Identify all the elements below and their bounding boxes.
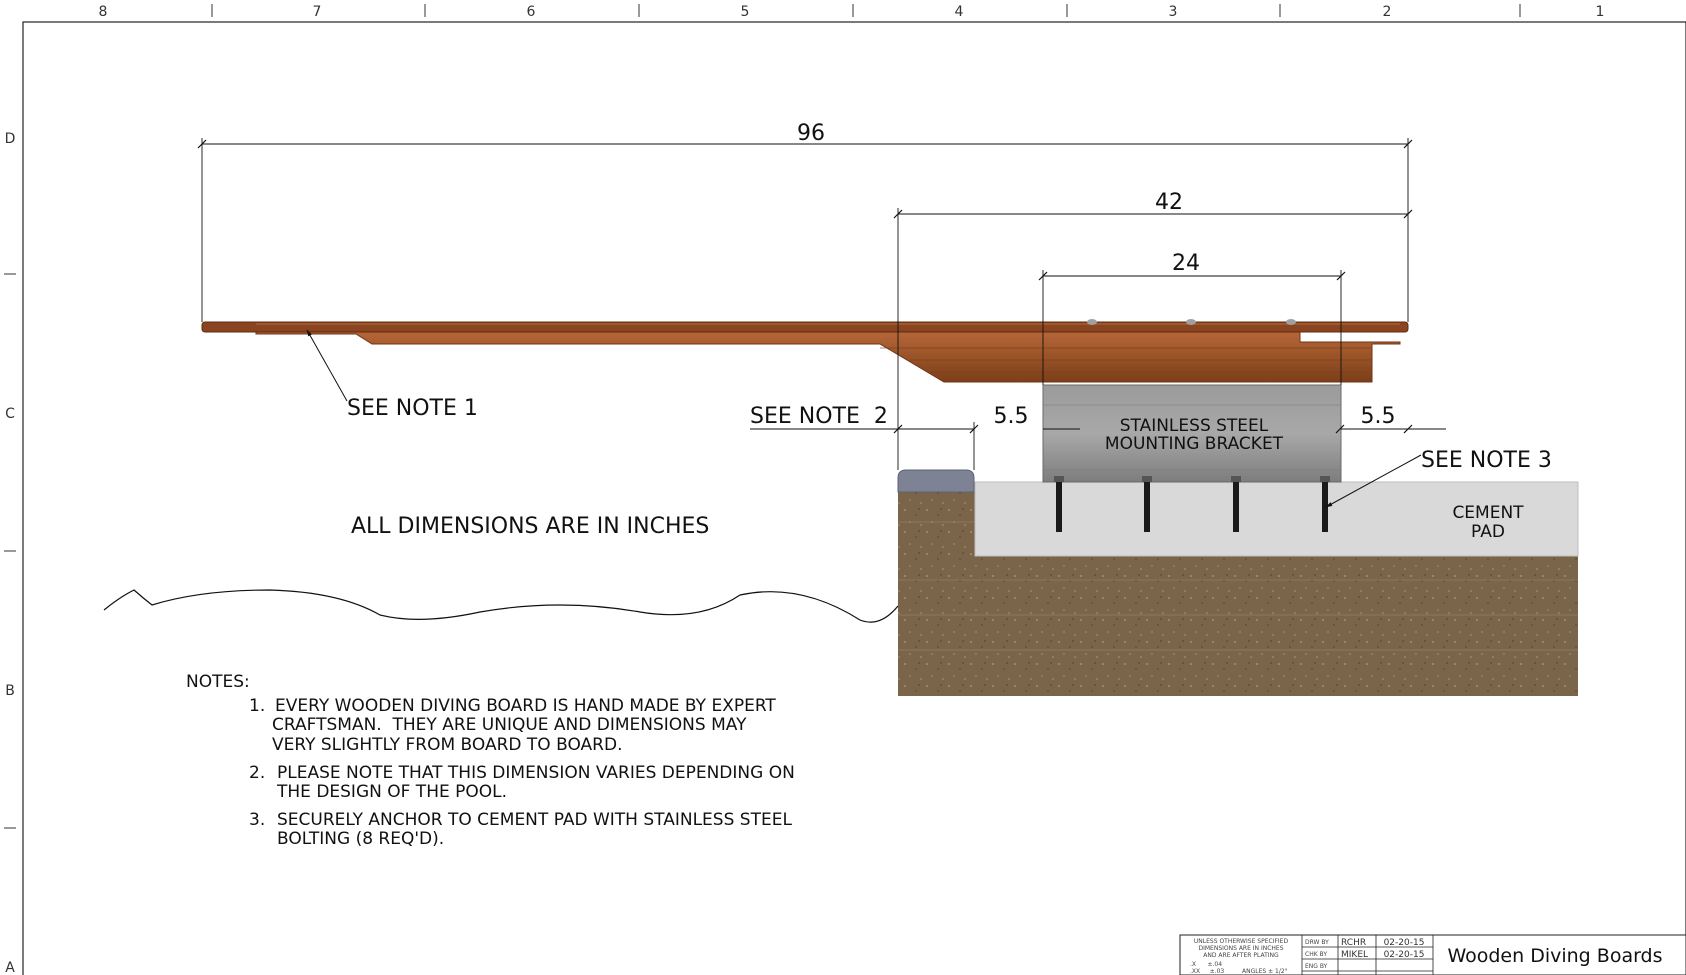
tb-chk-name: MIKEL <box>1341 950 1368 960</box>
zone-col-1: 1 <box>1596 4 1605 20</box>
zone-col-5: 5 <box>741 4 750 20</box>
zone-row-b: B <box>5 683 15 699</box>
zone-col-7: 7 <box>313 4 322 20</box>
zone-col-6: 6 <box>527 4 536 20</box>
dimension-overall: 96 <box>197 121 1413 322</box>
diving-board <box>201 319 1409 383</box>
tb-eng-label: ENG BY <box>1305 963 1328 970</box>
note-2-number: 2. <box>249 763 265 783</box>
tb-chk-label: CHK BY <box>1305 951 1327 958</box>
bracket-label-line1: STAINLESS STEEL <box>1120 416 1269 436</box>
units-statement: ALL DIMENSIONS ARE IN INCHES <box>351 514 709 539</box>
note-2-line1: PLEASE NOTE THAT THIS DIMENSION VARIES D… <box>277 763 795 783</box>
tb-drw-date: 02-20-15 <box>1384 938 1425 948</box>
zone-col-4: 4 <box>955 4 964 20</box>
pad-label-line2: PAD <box>1471 522 1505 542</box>
zone-ruler-top: 8 7 6 5 4 3 2 1 <box>99 4 1605 20</box>
bracket-label-line2: MOUNTING BRACKET <box>1105 434 1284 454</box>
title-block: UNLESS OTHERWISE SPECIFIED DIMENSIONS AR… <box>1179 934 1686 975</box>
dimension-mid-value: 42 <box>1155 190 1183 215</box>
zone-ruler-left: D C B A <box>4 131 16 975</box>
tb-spec-line1: UNLESS OTHERWISE SPECIFIED <box>1194 938 1289 945</box>
note-3-line2: BOLTING (8 REQ'D). <box>277 829 444 849</box>
zone-col-8: 8 <box>99 4 108 20</box>
zone-col-3: 3 <box>1169 4 1178 20</box>
tb-tol-angles: ANGLES ± 1/2° <box>1242 968 1288 975</box>
zone-col-2: 2 <box>1383 4 1392 20</box>
tb-drw-label: DRW BY <box>1305 939 1329 946</box>
water-surface-line <box>103 589 899 623</box>
dimension-overall-value: 96 <box>797 121 825 146</box>
dimension-right-gap-value: 5.5 <box>1361 404 1396 429</box>
note-1-line3: VERY SLIGHTLY FROM BOARD TO BOARD. <box>272 735 622 755</box>
tb-tol-x: .X ±.04 <box>1190 961 1222 968</box>
notes-heading: NOTES: <box>186 672 250 692</box>
zone-row-d: D <box>5 131 16 147</box>
zone-row-c: C <box>5 406 15 422</box>
pool-coping <box>897 469 975 493</box>
dimension-left-gap-value: 5.5 <box>994 404 1029 429</box>
callout-note1-text: SEE NOTE 1 <box>347 396 478 421</box>
note-3-line1: SECURELY ANCHOR TO CEMENT PAD WITH STAIN… <box>277 810 792 830</box>
note-3-number: 3. <box>249 810 265 830</box>
note-1-line2: CRAFTSMAN. THEY ARE UNIQUE AND DIMENSION… <box>272 715 747 735</box>
dimension-right-gap: 5.5 <box>1335 404 1446 434</box>
tb-chk-date: 02-20-15 <box>1384 950 1425 960</box>
callout-note3-text: SEE NOTE 3 <box>1421 448 1552 473</box>
tb-spec-line2: DIMENSIONS ARE IN INCHES <box>1198 945 1283 952</box>
note-1-number: 1. <box>249 696 265 716</box>
zone-row-a: A <box>5 960 15 975</box>
callout-note2-text: SEE NOTE 2 <box>750 404 888 429</box>
mounting-bracket: STAINLESS STEEL MOUNTING BRACKET <box>1042 384 1342 483</box>
callout-note2: SEE NOTE 2 <box>750 404 898 430</box>
pad-label-line1: CEMENT <box>1452 503 1524 523</box>
note-2-line2: THE DESIGN OF THE POOL. <box>276 782 507 802</box>
drawing-sheet: 8 7 6 5 4 3 2 1 D C B A STAINLESS STEEL … <box>4 4 1686 975</box>
tb-drw-name: RCHR <box>1341 938 1366 948</box>
drawing-title: Wooden Diving Boards <box>1447 945 1662 967</box>
tb-tol-xx: .XX ±.03 <box>1190 968 1224 975</box>
tb-spec-line3: AND ARE AFTER PLATING <box>1203 952 1279 959</box>
notes-block: NOTES: 1. EVERY WOODEN DIVING BOARD IS H… <box>186 672 795 849</box>
dimension-bracket-value: 24 <box>1172 251 1200 276</box>
note-1-line1: EVERY WOODEN DIVING BOARD IS HAND MADE B… <box>275 696 776 716</box>
